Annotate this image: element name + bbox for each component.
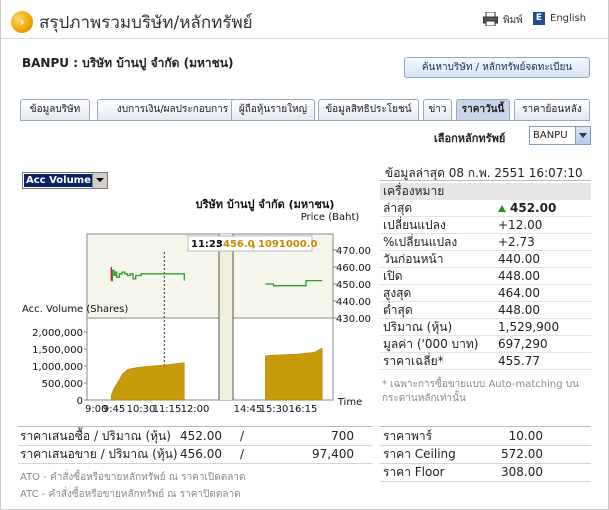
tooltip-volume: 1091000.0 bbox=[258, 239, 318, 250]
x-axis-label: Time bbox=[337, 397, 362, 408]
quote-table: เครื่องหมาย ล่าสุด 452.00 เปลี่ยนแปลง +12.0… bbox=[380, 183, 591, 370]
bid-price: 452.00 bbox=[180, 429, 222, 443]
quote-header-row: เครื่องหมาย bbox=[380, 183, 591, 200]
tooltip-price: 456.0 bbox=[223, 239, 255, 250]
avg-price-note: * เฉพาะการซื้อขายแบบ Auto-matching บนกระ… bbox=[382, 379, 579, 404]
quote-value: +2.73 bbox=[498, 235, 535, 249]
price-tick-label: 470.00 bbox=[336, 246, 371, 257]
quote-label: ราคาเฉลี่ย* bbox=[383, 354, 444, 368]
par-value: 10.00 bbox=[508, 429, 543, 443]
quote-value: 697,290 bbox=[498, 337, 548, 351]
volume-tick-label: 1,000,000 bbox=[32, 362, 83, 373]
footnote-ato: ATO - คำสั่งซื้อหรือขายหลักทรัพย์ ณ ราคา… bbox=[20, 472, 246, 483]
lunch-break-band bbox=[219, 234, 233, 400]
ceiling-value: 572.00 bbox=[501, 447, 543, 461]
bid-row: ราคาเสนอซื้อ / ปริมาณ (หุ้น) 452.00 / 70… bbox=[18, 428, 372, 446]
bid-offer-table: ราคาเสนอซื้อ / ปริมาณ (หุ้น) 452.00 / 70… bbox=[18, 426, 372, 464]
bid-volume: 700 bbox=[331, 429, 354, 443]
quote-value: +12.00 bbox=[498, 218, 543, 232]
svg-text::: : bbox=[216, 239, 220, 250]
par-label: ราคาพาร์ bbox=[383, 429, 433, 443]
ceiling-label: ราคา Ceiling bbox=[383, 447, 456, 461]
time-tick-label: 9:45 bbox=[103, 404, 125, 415]
volume-axis-label: Acc. Volume (Shares) bbox=[22, 304, 128, 315]
volume-tick-label: 2,000,000 bbox=[32, 328, 83, 339]
offer-row: ราคาเสนอขาย / ปริมาณ (หุ้น) 456.00 / 97,… bbox=[18, 446, 372, 464]
quote-label: %เปลี่ยนแปลง bbox=[383, 235, 458, 249]
quote-value: 448.00 bbox=[498, 303, 540, 317]
svg-text:,: , bbox=[252, 239, 256, 250]
price-tick-label: 430.00 bbox=[336, 314, 371, 325]
quote-row: สูงสุด 464.00 bbox=[380, 285, 591, 302]
quote-header-label: เครื่องหมาย bbox=[383, 184, 445, 198]
volume-tick-label: 0 bbox=[77, 396, 83, 407]
par-row: ราคาพาร์ 10.00 bbox=[380, 428, 591, 446]
quote-value: 448.00 bbox=[498, 269, 540, 283]
price-limits-table: ราคาพาร์ 10.00 ราคา Ceiling 572.00 ราคา … bbox=[380, 426, 591, 482]
time-tick-label: 15:30 bbox=[260, 404, 289, 415]
offer-volume: 97,400 bbox=[312, 447, 354, 461]
ceiling-row: ราคา Ceiling 572.00 bbox=[380, 446, 591, 464]
quote-label: ปริมาณ (หุ้น) bbox=[383, 320, 453, 334]
volume-tick-label: 1,500,000 bbox=[32, 345, 83, 356]
quote-row: ล่าสุด 452.00 bbox=[380, 200, 591, 217]
time-tick-label: 11:15 bbox=[153, 404, 182, 415]
quote-value: 440.00 bbox=[498, 252, 540, 266]
quote-row: วันก่อนหน้า 440.00 bbox=[380, 251, 591, 268]
offer-price: 456.00 bbox=[180, 447, 222, 461]
floor-label: ราคา Floor bbox=[383, 465, 445, 479]
quote-label: ต่ำสุด bbox=[383, 303, 413, 317]
price-tick-label: 460.00 bbox=[336, 263, 371, 274]
quote-value: 452.00 bbox=[498, 200, 556, 216]
info-divider bbox=[380, 180, 591, 181]
quote-row: ต่ำสุด 448.00 bbox=[380, 302, 591, 319]
quote-row: เปิด 448.00 bbox=[380, 268, 591, 285]
quote-value: 455.77 bbox=[498, 354, 540, 368]
bid-label: ราคาเสนอซื้อ / ปริมาณ (หุ้น) bbox=[20, 429, 171, 443]
quote-label: สูงสุด bbox=[383, 286, 412, 300]
chart-tooltip: 11:23 : 456.0 , 1091000.0 bbox=[187, 235, 318, 252]
quote-row: %เปลี่ยนแปลง +2.73 bbox=[380, 234, 591, 251]
quote-row: เปลี่ยนแปลง +12.00 bbox=[380, 217, 591, 234]
quote-row: ราคาเฉลี่ย* 455.77 bbox=[380, 353, 591, 370]
floor-value: 308.00 bbox=[501, 465, 543, 479]
chart-title: บริษัท บ้านปู จำกัด (มหาชน) bbox=[196, 198, 335, 212]
time-tick-label: 10:30 bbox=[127, 404, 156, 415]
quote-label: เปิด bbox=[383, 269, 403, 283]
price-axis-label: Price (Baht) bbox=[301, 212, 360, 223]
price-tick-label: 440.00 bbox=[336, 297, 371, 308]
price-tick-label: 450.00 bbox=[336, 280, 371, 291]
up-arrow-icon bbox=[498, 205, 506, 212]
floor-row: ราคา Floor 308.00 bbox=[380, 464, 591, 482]
offer-label: ราคาเสนอขาย / ปริมาณ (หุ้น) bbox=[20, 447, 178, 461]
volume-tick-label: 500,000 bbox=[42, 379, 83, 390]
quote-label: วันก่อนหน้า bbox=[383, 252, 444, 266]
quote-value-text: 452.00 bbox=[510, 201, 557, 215]
quote-label: เปลี่ยนแปลง bbox=[383, 218, 446, 232]
time-tick-label: 14:45 bbox=[234, 404, 263, 415]
separator-slash: / bbox=[240, 429, 245, 443]
quote-label: มูลค่า ('000 บาท) bbox=[383, 337, 479, 351]
separator-slash: / bbox=[240, 447, 245, 461]
quote-value: 1,529,900 bbox=[498, 320, 560, 334]
quote-label: ล่าสุด bbox=[383, 201, 413, 215]
time-tick-label: 16:15 bbox=[289, 404, 318, 415]
time-tick-label: 12:00 bbox=[181, 404, 210, 415]
quote-row: ปริมาณ (หุ้น) 1,529,900 bbox=[380, 319, 591, 336]
quote-row: มูลค่า ('000 บาท) 697,290 bbox=[380, 336, 591, 353]
footnote-atc: ATC - คำสั่งซื้อหรือขายหลักทรัพย์ ณ ราคา… bbox=[20, 489, 241, 500]
volume-area bbox=[265, 347, 323, 401]
quote-value: 464.00 bbox=[498, 286, 540, 300]
